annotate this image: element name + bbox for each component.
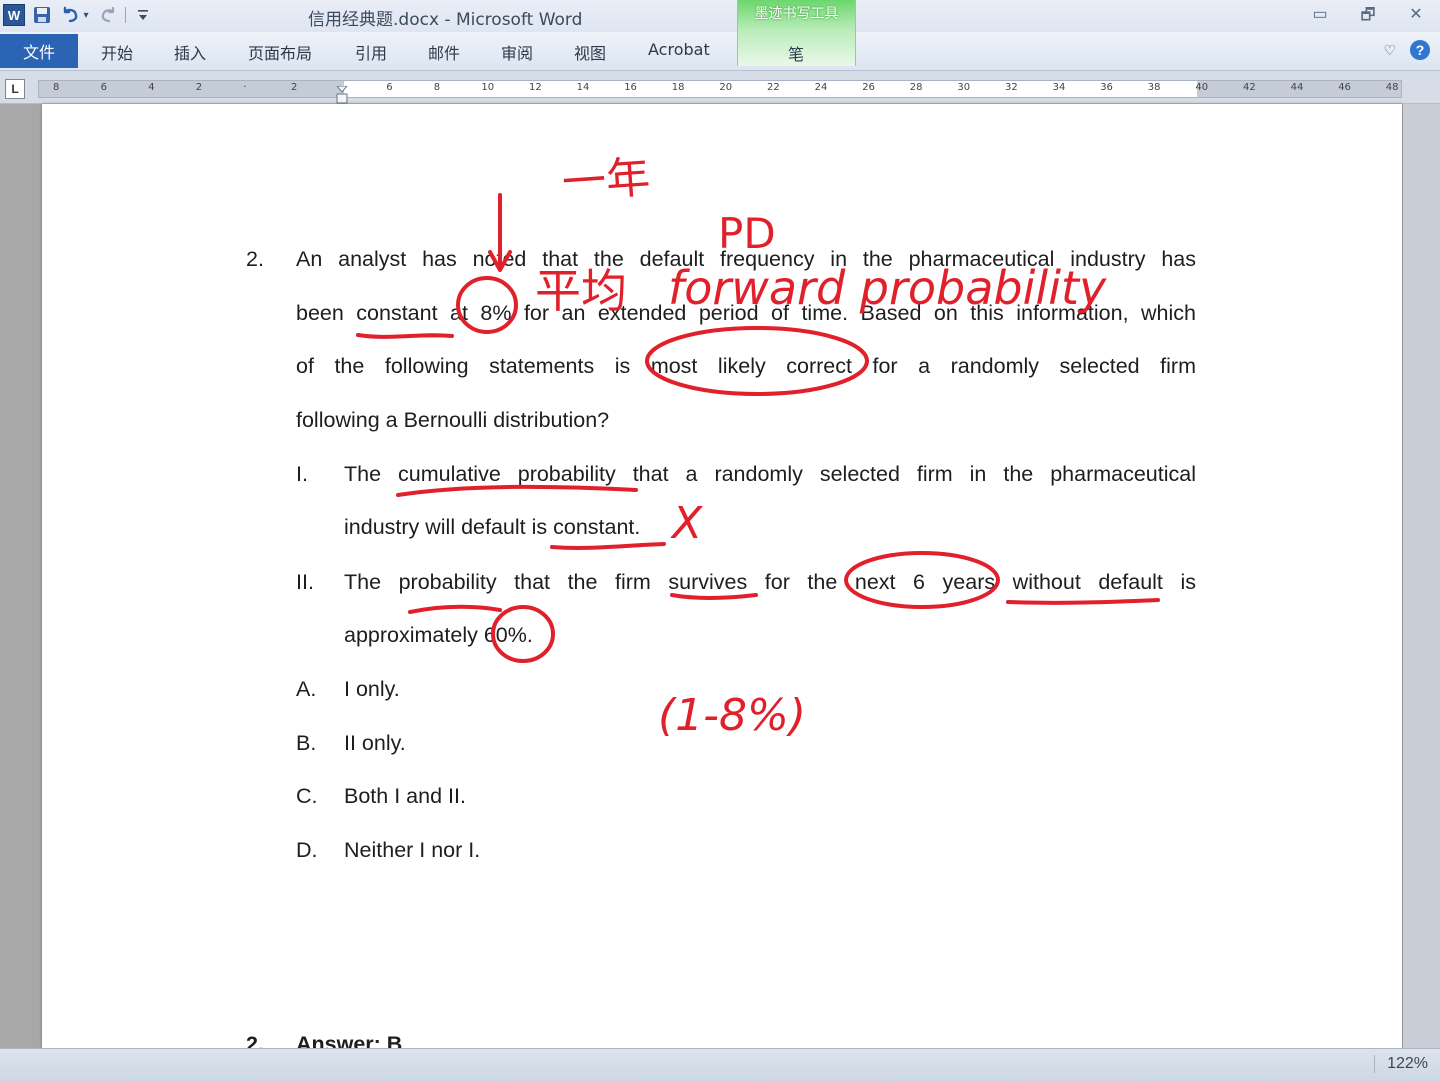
tab-view[interactable]: 视图 — [574, 40, 606, 64]
statement-line: industry will default is constant. — [344, 515, 641, 539]
statement-line: The probability that the firm survives f… — [344, 570, 1196, 594]
ruler-tick: 22 — [767, 82, 780, 93]
help-icon[interactable]: ? — [1410, 40, 1430, 60]
save-icon[interactable] — [31, 4, 53, 26]
ribbon-tab-bar: 文件 开始 插入 页面布局 引用 邮件 审阅 视图 Acrobat ♡ ? — [0, 32, 1440, 71]
option-label: A. — [296, 677, 317, 701]
ruler-tick: 6 — [386, 82, 393, 93]
indent-marker-icon[interactable] — [336, 86, 348, 104]
tab-pen[interactable]: 笔 — [788, 41, 804, 65]
answer-number: 2. — [246, 1032, 264, 1048]
window-controls: ▭ 🗗 ✕ — [1310, 4, 1426, 31]
restore-button[interactable]: 🗗 — [1358, 4, 1378, 31]
tab-references[interactable]: 引用 — [355, 40, 387, 64]
ruler-tick: 24 — [814, 82, 828, 93]
ribbon-help-area: ♡ ? — [1383, 40, 1430, 60]
quick-access-toolbar: W ▾ — [0, 0, 154, 30]
ruler-tick: 6 — [100, 82, 107, 93]
ruler-tick: 44 — [1290, 82, 1304, 93]
ruler-tick: 42 — [1243, 82, 1256, 93]
ruler-tick: 48 — [1385, 82, 1399, 93]
option-label: B. — [296, 731, 317, 755]
question-line: An analyst has noted that the default fr… — [296, 247, 1196, 271]
answer-text: Answer: B — [296, 1032, 403, 1048]
horizontal-ruler[interactable]: 8642·2·681012141618202224262830323436384… — [38, 80, 1402, 98]
question-line: been constant at 8% for an extended peri… — [296, 301, 1196, 325]
ruler-tick: 30 — [957, 82, 971, 93]
question-line: of the following statements is most like… — [296, 354, 1196, 378]
ink-tools-title: 墨迹书写工具 — [754, 6, 839, 22]
tab-home[interactable]: 开始 — [101, 40, 133, 64]
ruler-tick: 38 — [1147, 82, 1161, 93]
statement-line: The cumulative probability that a random… — [344, 462, 1196, 486]
document-title: 信用经典题.docx - Microsoft Word — [308, 10, 583, 30]
minimize-button[interactable]: ▭ — [1310, 4, 1330, 31]
ruler-tick: 12 — [529, 82, 542, 93]
ruler-tick: 28 — [909, 82, 923, 93]
zoom-level[interactable]: 122% — [1374, 1055, 1428, 1073]
answer-clip: 2. Answer: B — [0, 1030, 1402, 1048]
word-app-icon[interactable]: W — [3, 4, 25, 26]
redo-icon[interactable] — [97, 4, 119, 26]
question-line: following a Bernoulli distribution? — [296, 408, 610, 432]
ruler-tick: 10 — [481, 82, 495, 93]
option-text: I only. — [344, 677, 400, 701]
statement-label: I. — [296, 462, 308, 486]
ruler-bar: L 8642·2·6810121416182022242628303234363… — [0, 71, 1440, 104]
tab-review[interactable]: 审阅 — [501, 40, 533, 64]
ruler-tick: 40 — [1195, 82, 1209, 93]
ruler-tick: 26 — [862, 82, 875, 93]
tab-file[interactable]: 文件 — [0, 34, 78, 68]
question-number: 2. — [246, 247, 264, 271]
vertical-scrollbar[interactable] — [1403, 104, 1440, 1048]
close-button[interactable]: ✕ — [1406, 4, 1426, 31]
ruler-tick: 2 — [291, 82, 298, 93]
option-label: C. — [296, 784, 318, 808]
option-text: II only. — [344, 731, 406, 755]
ruler-tick: 20 — [719, 82, 733, 93]
option-text: Neither I nor I. — [344, 838, 481, 862]
tab-acrobat[interactable]: Acrobat — [648, 40, 710, 59]
option-label: D. — [296, 838, 318, 862]
ruler-tick: 36 — [1100, 82, 1113, 93]
ruler-left-margin — [39, 81, 344, 97]
ruler-tick: 2 — [195, 82, 203, 93]
toolbar-separator — [125, 7, 126, 23]
option-text: Both I and II. — [344, 784, 466, 808]
ruler-tick: 46 — [1338, 82, 1351, 93]
ruler-tick: 34 — [1052, 82, 1066, 93]
status-bar: 122% — [0, 1048, 1440, 1081]
tab-selector-button[interactable]: L — [5, 79, 25, 99]
ink-tools-context-tab[interactable]: 墨迹书写工具 笔 — [737, 0, 856, 66]
customize-toolbar-icon[interactable] — [132, 4, 154, 26]
ruler-tick: 16 — [624, 82, 637, 93]
tab-page-layout[interactable]: 页面布局 — [248, 40, 312, 64]
ruler-tick: · — [243, 82, 247, 93]
ruler-tick: 18 — [671, 82, 685, 93]
ruler-tick: 14 — [576, 82, 590, 93]
ruler-tick: 4 — [148, 82, 155, 93]
statement-line: approximately 60%. — [344, 623, 533, 647]
undo-icon[interactable] — [59, 4, 81, 26]
ruler-tick: 8 — [53, 82, 60, 93]
tab-mailings[interactable]: 邮件 — [428, 40, 460, 64]
ruler-tick: 8 — [433, 82, 441, 93]
ruler-tick: 32 — [1005, 82, 1018, 93]
statement-label: II. — [296, 570, 314, 594]
title-bar: W ▾ 信用经典题.docx - Microsoft Word ▭ 🗗 ✕ — [0, 0, 1440, 32]
tab-insert[interactable]: 插入 — [174, 40, 206, 64]
undo-dropdown-icon[interactable]: ▾ — [81, 4, 91, 26]
minimize-ribbon-icon[interactable]: ♡ — [1383, 42, 1396, 59]
